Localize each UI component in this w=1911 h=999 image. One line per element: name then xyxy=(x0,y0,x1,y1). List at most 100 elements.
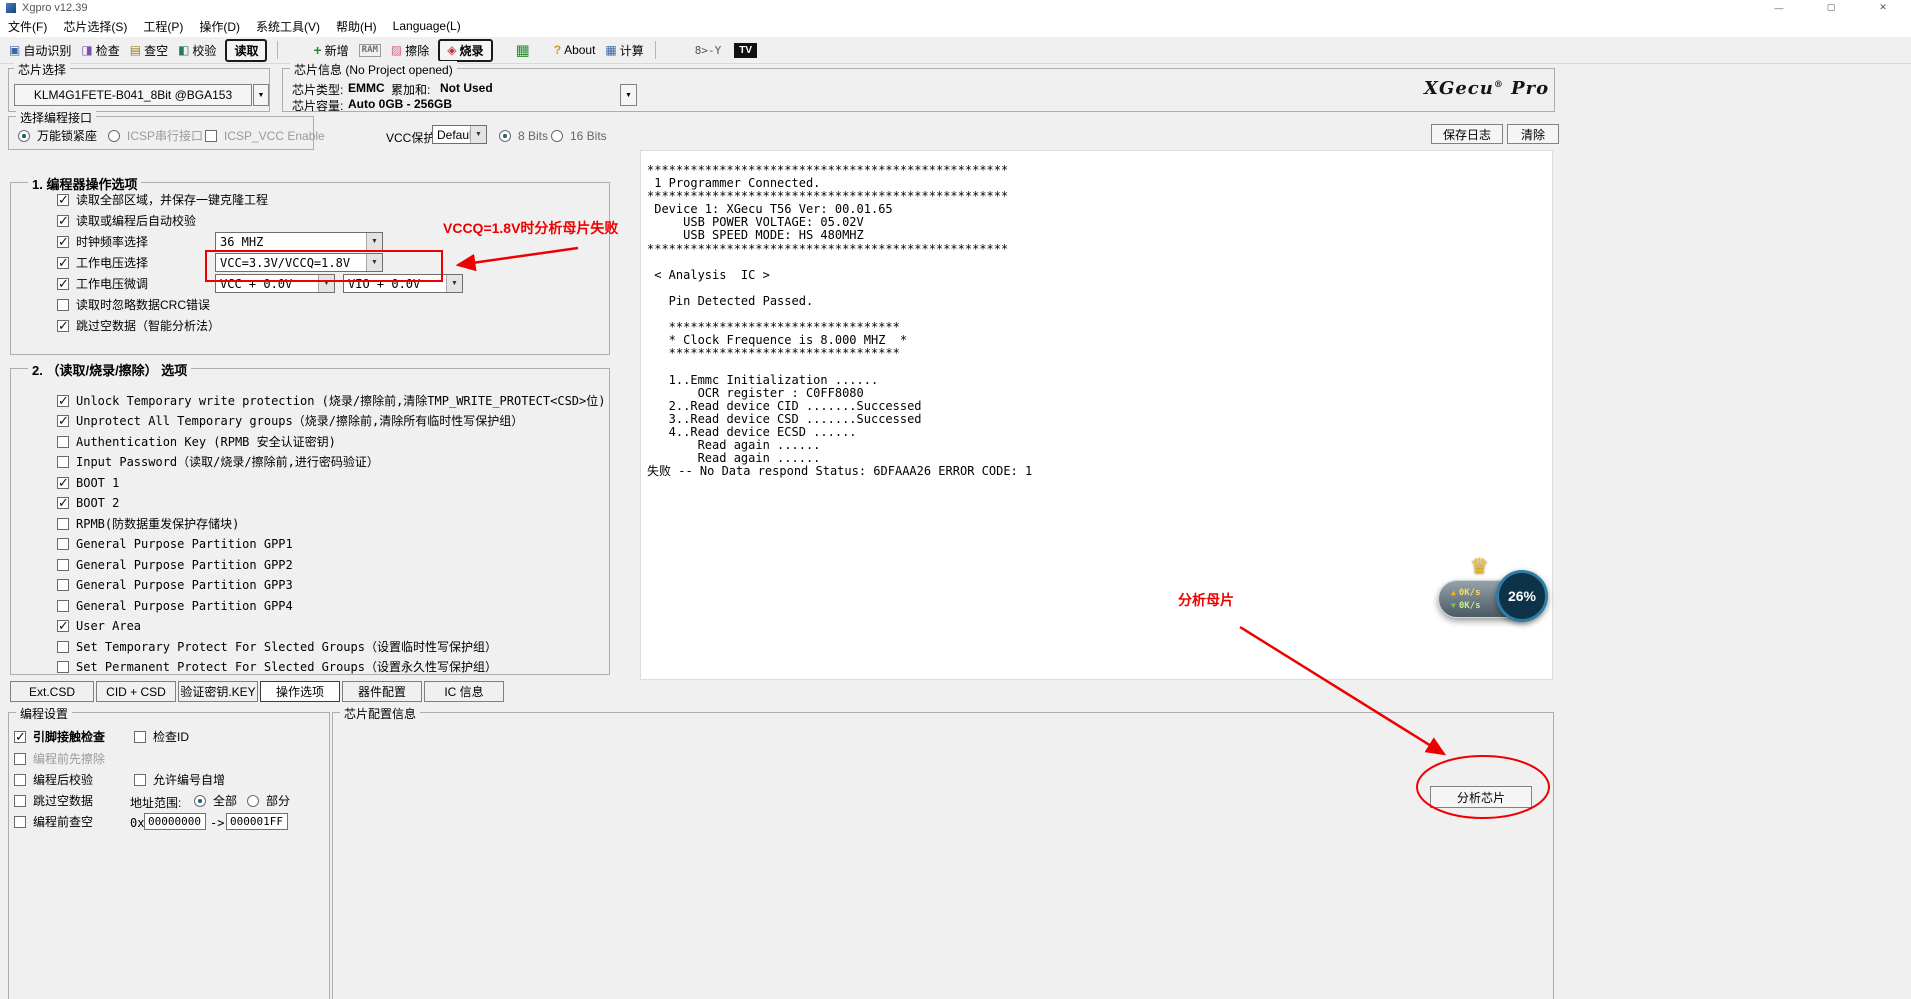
checkbox-row[interactable]: Set Permanent Protect For Slected Groups… xyxy=(57,659,497,674)
blank-check-button[interactable]: ▤ 查空 xyxy=(125,40,173,61)
checkbox-row[interactable]: General Purpose Partition GPP3 xyxy=(57,577,293,592)
erase-first-checkbox[interactable] xyxy=(14,753,26,765)
checkbox-row[interactable]: RPMB(防数据重发保护存储块) xyxy=(57,516,239,531)
checkbox-row[interactable]: Unprotect All Temporary groups（烧录/擦除前,清除… xyxy=(57,413,523,428)
tab-ext-csd[interactable]: Ext.CSD xyxy=(10,681,94,702)
chip-info-dropdown-button[interactable]: ▼ xyxy=(620,84,637,106)
ram-button[interactable]: RAM xyxy=(354,42,386,59)
check-id-option[interactable]: 检查ID xyxy=(134,729,189,744)
chip-select-dropdown-button[interactable]: ▼ xyxy=(253,84,269,106)
addr-part-option[interactable]: 部分 xyxy=(247,793,290,808)
menu-help[interactable]: 帮助(H) xyxy=(328,15,385,38)
bits16-radio[interactable] xyxy=(551,130,563,142)
tv-button[interactable]: TV xyxy=(734,43,757,58)
maximize-button[interactable]: ▢ xyxy=(1805,0,1857,15)
checkbox-row[interactable]: General Purpose Partition GPP4 xyxy=(57,598,293,613)
minimize-button[interactable]: — xyxy=(1753,0,1805,15)
clear-log-button[interactable]: 清除 xyxy=(1507,124,1559,144)
erase-button[interactable]: ▨ 擦除 xyxy=(386,40,434,61)
about-button[interactable]: ? About xyxy=(549,41,601,59)
menu-chip-select[interactable]: 芯片选择(S) xyxy=(55,15,135,38)
checkbox-row[interactable]: 时钟频率选择 xyxy=(57,234,148,249)
addr-from-field[interactable]: 00000000 xyxy=(144,813,206,830)
log-output[interactable]: ****************************************… xyxy=(640,150,1553,680)
menu-file[interactable]: 文件(F) xyxy=(0,15,55,38)
checkbox-row[interactable]: User Area xyxy=(57,618,141,633)
addr-to-field[interactable]: 000001FF xyxy=(226,813,288,830)
checkbox-row[interactable]: 读取时忽略数据CRC错误 xyxy=(57,297,210,312)
checkbox[interactable] xyxy=(57,257,69,269)
tab-device-config[interactable]: 器件配置 xyxy=(342,681,422,702)
checkbox[interactable] xyxy=(57,477,69,489)
checkbox-row[interactable]: Set Temporary Protect For Slected Groups… xyxy=(57,639,497,654)
working-voltage-combo[interactable]: VCC=3.3V/VCCQ=1.8V ▼ xyxy=(215,253,383,272)
read-button[interactable]: 读取 xyxy=(225,39,267,62)
checkbox[interactable] xyxy=(57,620,69,632)
checkbox-row[interactable]: 工作电压选择 xyxy=(57,255,148,270)
speed-monitor-widget[interactable]: ♛ ▲ 0K/s ▼ 0K/s 26% xyxy=(1438,556,1556,638)
checkbox[interactable] xyxy=(57,236,69,248)
checkbox-row[interactable]: 跳过空数据（智能分析法） xyxy=(57,318,220,333)
icsp-vcc-checkbox[interactable] xyxy=(205,130,217,142)
tab-ic-info[interactable]: IC 信息 xyxy=(424,681,504,702)
checkbox[interactable] xyxy=(57,456,69,468)
checkbox-row[interactable]: General Purpose Partition GPP1 xyxy=(57,536,293,551)
grid-button[interactable]: ▦ xyxy=(511,41,535,60)
verify-after-checkbox[interactable] xyxy=(14,774,26,786)
verify-after-option[interactable]: 编程后校验 xyxy=(14,772,93,787)
checkbox-row[interactable]: 读取全部区域，并保存一键克隆工程 xyxy=(57,192,268,207)
vcc-trim-combo[interactable]: VCC + 0.0V ▼ xyxy=(215,274,335,293)
pin-check-checkbox[interactable] xyxy=(14,731,26,743)
socket-radio[interactable] xyxy=(18,130,30,142)
menu-project[interactable]: 工程(P) xyxy=(135,15,191,38)
checkbox[interactable] xyxy=(57,278,69,290)
icsp-radio-option[interactable]: ICSP串行接口 xyxy=(108,128,203,143)
checkbox[interactable] xyxy=(57,518,69,530)
checkbox-row[interactable]: 工作电压微调 xyxy=(57,276,148,291)
chip-select-value-button[interactable]: KLM4G1FETE-B041_8Bit @BGA153 xyxy=(14,84,252,106)
checkbox[interactable] xyxy=(57,320,69,332)
checkbox[interactable] xyxy=(57,299,69,311)
verify-button[interactable]: ◧ 校验 xyxy=(173,40,221,61)
menu-operation[interactable]: 操作(D) xyxy=(191,15,248,38)
tab-cid-csd[interactable]: CID + CSD xyxy=(96,681,176,702)
pin-check-option[interactable]: 引脚接触检查 xyxy=(14,729,105,744)
menu-language[interactable]: Language(L) xyxy=(385,16,469,36)
erase-first-option[interactable]: 编程前先擦除 xyxy=(14,751,105,766)
auto-number-option[interactable]: 允许编号自增 xyxy=(134,772,225,787)
addr-part-radio[interactable] xyxy=(247,795,259,807)
checkbox[interactable] xyxy=(57,415,69,427)
checkbox-row[interactable]: Unlock Temporary write protection (烧录/擦除… xyxy=(57,393,605,408)
checkbox[interactable] xyxy=(57,538,69,550)
vcc-current-combo[interactable]: Default ▼ xyxy=(432,125,487,144)
blank-check-first-checkbox[interactable] xyxy=(14,816,26,828)
checkbox[interactable] xyxy=(57,559,69,571)
checkbox[interactable] xyxy=(57,497,69,509)
connector-button[interactable]: 8>-Y xyxy=(690,43,727,58)
checkbox[interactable] xyxy=(57,395,69,407)
checkbox-row[interactable]: BOOT 1 xyxy=(57,475,119,490)
program-button[interactable]: ◈ 烧录 xyxy=(438,39,492,62)
tab-auth-key[interactable]: 验证密钥.KEY xyxy=(178,681,258,702)
bits16-radio-option[interactable]: 16 Bits xyxy=(551,128,607,143)
tab-operation-options[interactable]: 操作选项 xyxy=(260,681,340,702)
checkbox[interactable] xyxy=(57,215,69,227)
check-id-checkbox[interactable] xyxy=(134,731,146,743)
addr-all-option[interactable]: 全部 xyxy=(194,793,237,808)
skip-blank-option[interactable]: 跳过空数据 xyxy=(14,793,93,808)
vio-trim-combo[interactable]: VIO + 0.0V ▼ xyxy=(343,274,463,293)
checkbox-row[interactable]: BOOT 2 xyxy=(57,495,119,510)
checkbox[interactable] xyxy=(57,641,69,653)
addr-all-radio[interactable] xyxy=(194,795,206,807)
checkbox-row[interactable]: Authentication Key (RPMB 安全认证密钥) xyxy=(57,434,336,449)
auto-number-checkbox[interactable] xyxy=(134,774,146,786)
blank-check-first-option[interactable]: 编程前查空 xyxy=(14,814,93,829)
checkbox[interactable] xyxy=(57,579,69,591)
clock-frequency-combo[interactable]: 36 MHZ ▼ xyxy=(215,232,383,251)
bits8-radio-option[interactable]: 8 Bits xyxy=(499,128,548,143)
checkbox[interactable] xyxy=(57,194,69,206)
bits8-radio[interactable] xyxy=(499,130,511,142)
checkbox-row[interactable]: 读取或编程后自动校验 xyxy=(57,213,196,228)
percent-badge[interactable]: 26% xyxy=(1496,570,1548,622)
save-log-button[interactable]: 保存日志 xyxy=(1431,124,1503,144)
